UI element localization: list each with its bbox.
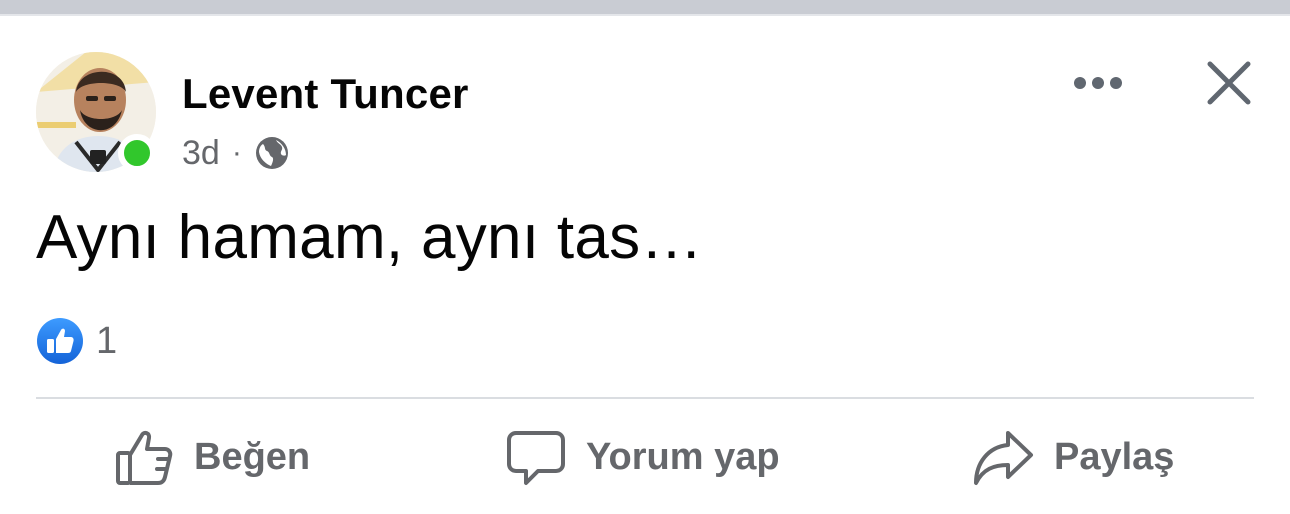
like-button[interactable]: Beğen bbox=[114, 424, 310, 490]
like-label: Beğen bbox=[194, 435, 311, 478]
globe-icon bbox=[255, 137, 288, 169]
post-meta: 3d · bbox=[182, 132, 290, 174]
post-text: Aynı hamam, aynı tas… bbox=[36, 203, 703, 272]
reaction-count: 1 bbox=[96, 319, 118, 362]
top-edge bbox=[0, 0, 1290, 14]
more-horizontal-icon[interactable] bbox=[1068, 68, 1128, 98]
top-edge-line bbox=[0, 14, 1290, 16]
online-status-dot bbox=[118, 134, 156, 172]
close-icon[interactable] bbox=[1204, 58, 1254, 108]
share-label: Paylaş bbox=[1054, 435, 1175, 478]
comment-icon bbox=[507, 431, 565, 485]
share-button[interactable]: Paylaş bbox=[972, 424, 1174, 490]
post-time[interactable]: 3d bbox=[182, 134, 220, 173]
like-icon bbox=[37, 318, 83, 364]
author-name[interactable]: Levent Tuncer bbox=[182, 70, 469, 118]
meta-separator: · bbox=[231, 136, 242, 169]
comment-label: Yorum yap bbox=[586, 435, 780, 478]
reactions-summary[interactable]: 1 bbox=[36, 316, 117, 366]
comment-button[interactable]: Yorum yap bbox=[506, 424, 780, 490]
thumbs-up-icon bbox=[116, 430, 173, 485]
divider bbox=[36, 397, 1254, 399]
share-icon bbox=[974, 431, 1033, 485]
